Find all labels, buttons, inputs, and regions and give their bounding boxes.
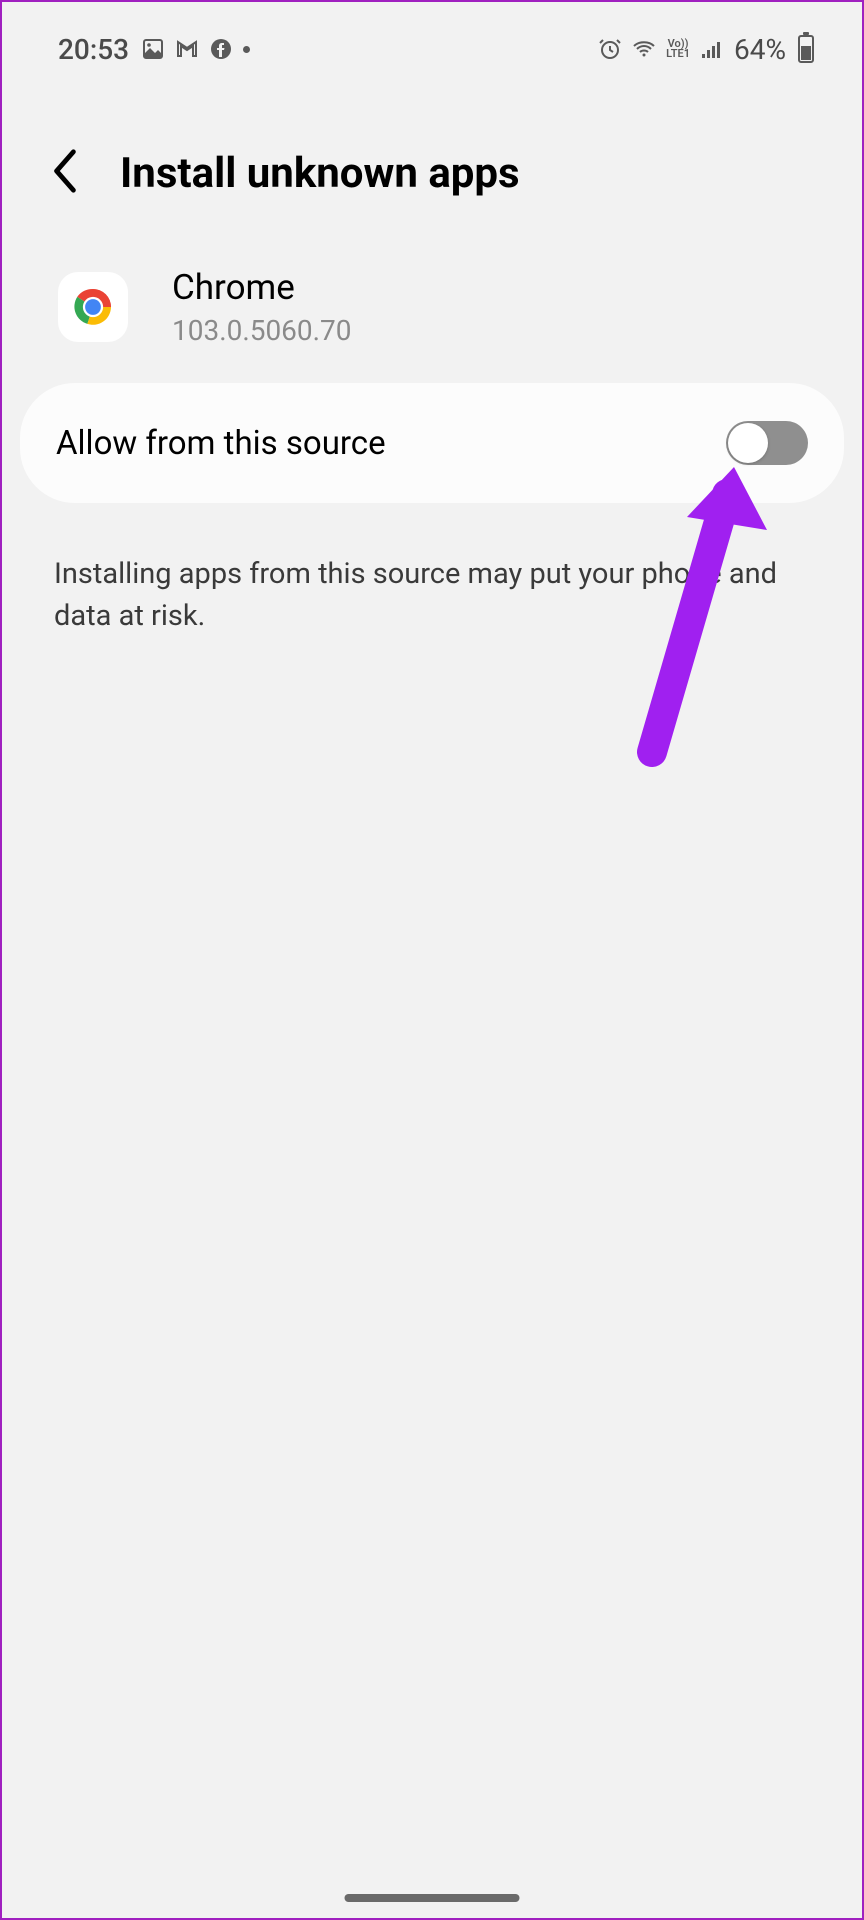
facebook-icon <box>209 37 233 61</box>
navigation-handle[interactable] <box>345 1894 520 1902</box>
alarm-icon <box>598 37 622 61</box>
page-header: Install unknown apps <box>2 72 862 199</box>
allow-source-toggle[interactable] <box>726 421 808 465</box>
back-button[interactable] <box>50 147 80 199</box>
allow-source-row[interactable]: Allow from this source <box>20 383 844 503</box>
more-notifications-icon <box>243 46 250 53</box>
volte-icon: Vo))LTE1 <box>666 39 690 59</box>
status-time: 20:53 <box>58 33 129 66</box>
signal-icon <box>700 37 724 61</box>
app-details: Chrome 103.0.5060.70 <box>172 267 352 347</box>
app-icon <box>58 272 128 342</box>
app-info-row: Chrome 103.0.5060.70 <box>2 199 862 377</box>
battery-percent: 64% <box>734 33 786 66</box>
gmail-icon <box>175 37 199 61</box>
battery-icon <box>798 35 814 63</box>
status-bar-right: Vo))LTE1 64% <box>598 33 814 66</box>
wifi-icon <box>632 37 656 61</box>
chevron-left-icon <box>50 147 80 195</box>
app-name: Chrome <box>172 267 352 308</box>
allow-source-label: Allow from this source <box>56 424 386 463</box>
status-bar: 20:53 Vo))LTE1 64% <box>2 2 862 72</box>
app-version: 103.0.5060.70 <box>172 314 352 347</box>
status-bar-left: 20:53 <box>58 33 250 66</box>
page-title: Install unknown apps <box>120 149 520 198</box>
chrome-icon <box>66 280 120 334</box>
gallery-icon <box>141 37 165 61</box>
toggle-knob <box>728 423 768 463</box>
warning-text: Installing apps from this source may put… <box>2 503 862 637</box>
notification-icons <box>141 37 250 61</box>
